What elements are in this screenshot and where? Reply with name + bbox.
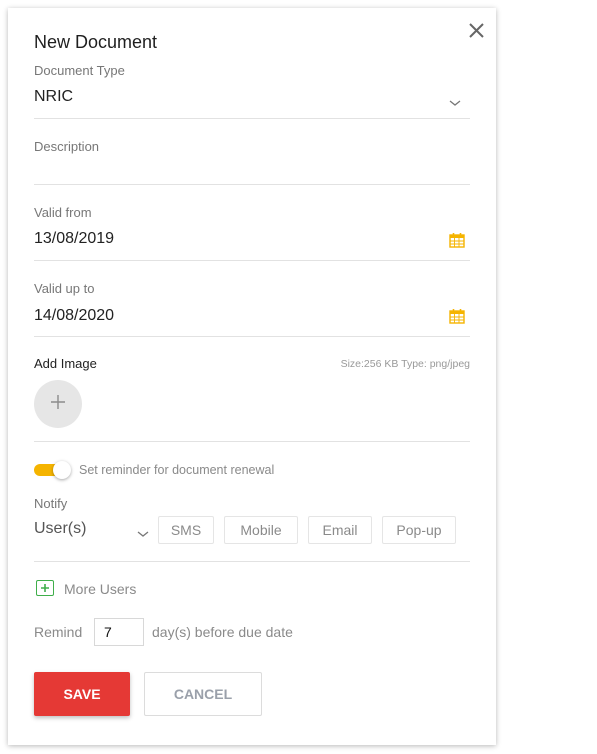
valid-up-to-label: Valid up to bbox=[34, 281, 95, 296]
reminder-label: Set reminder for document renewal bbox=[79, 463, 275, 477]
notify-channel-popup[interactable]: Pop-up bbox=[382, 516, 456, 544]
cancel-button[interactable]: CANCEL bbox=[144, 672, 262, 716]
notify-channel-sms[interactable]: SMS bbox=[158, 516, 214, 544]
chevron-down-icon bbox=[448, 95, 462, 106]
valid-from-input[interactable]: 13/08/2019 bbox=[34, 230, 470, 256]
toggle-knob bbox=[53, 461, 71, 479]
document-type-value: NRIC bbox=[34, 88, 74, 105]
valid-up-to-value: 14/08/2020 bbox=[34, 307, 115, 324]
plus-icon bbox=[50, 394, 66, 415]
notify-recipient-value: User(s) bbox=[34, 520, 87, 537]
divider bbox=[34, 336, 470, 337]
valid-from-value: 13/08/2019 bbox=[34, 230, 115, 247]
notify-label: Notify bbox=[34, 496, 68, 511]
remind-days-input[interactable] bbox=[94, 618, 144, 646]
image-constraints-hint: Size:256 KB Type: png/jpeg bbox=[340, 358, 470, 370]
calendar-icon[interactable] bbox=[448, 231, 466, 249]
close-icon[interactable] bbox=[466, 20, 488, 42]
add-image-label: Add Image bbox=[34, 356, 97, 371]
calendar-icon[interactable] bbox=[448, 307, 466, 325]
divider bbox=[34, 184, 470, 185]
document-type-select[interactable]: NRIC bbox=[34, 88, 470, 114]
description-input[interactable] bbox=[34, 158, 470, 184]
valid-up-to-input[interactable]: 14/08/2020 bbox=[34, 307, 470, 333]
document-type-label: Document Type bbox=[34, 63, 125, 78]
plus-square-icon[interactable] bbox=[36, 580, 54, 596]
description-label: Description bbox=[34, 139, 100, 154]
notify-channel-mobile[interactable]: Mobile bbox=[224, 516, 298, 544]
add-image-button[interactable] bbox=[34, 380, 82, 428]
divider bbox=[34, 118, 470, 119]
chevron-down-icon bbox=[136, 526, 150, 537]
notify-recipient-select[interactable]: User(s) bbox=[34, 518, 154, 542]
remind-suffix: day(s) before due date bbox=[152, 624, 293, 640]
remind-prefix: Remind bbox=[34, 624, 83, 640]
dialog-title: New Document bbox=[34, 32, 158, 52]
save-button[interactable]: SAVE bbox=[34, 672, 130, 716]
divider bbox=[34, 441, 470, 442]
divider bbox=[34, 561, 470, 562]
reminder-toggle[interactable] bbox=[34, 461, 71, 479]
new-document-dialog: New Document Document Type NRIC Descript… bbox=[8, 8, 496, 745]
divider bbox=[34, 260, 470, 261]
more-users-link[interactable]: More Users bbox=[64, 581, 136, 597]
valid-from-label: Valid from bbox=[34, 205, 92, 220]
notify-channel-email[interactable]: Email bbox=[308, 516, 372, 544]
